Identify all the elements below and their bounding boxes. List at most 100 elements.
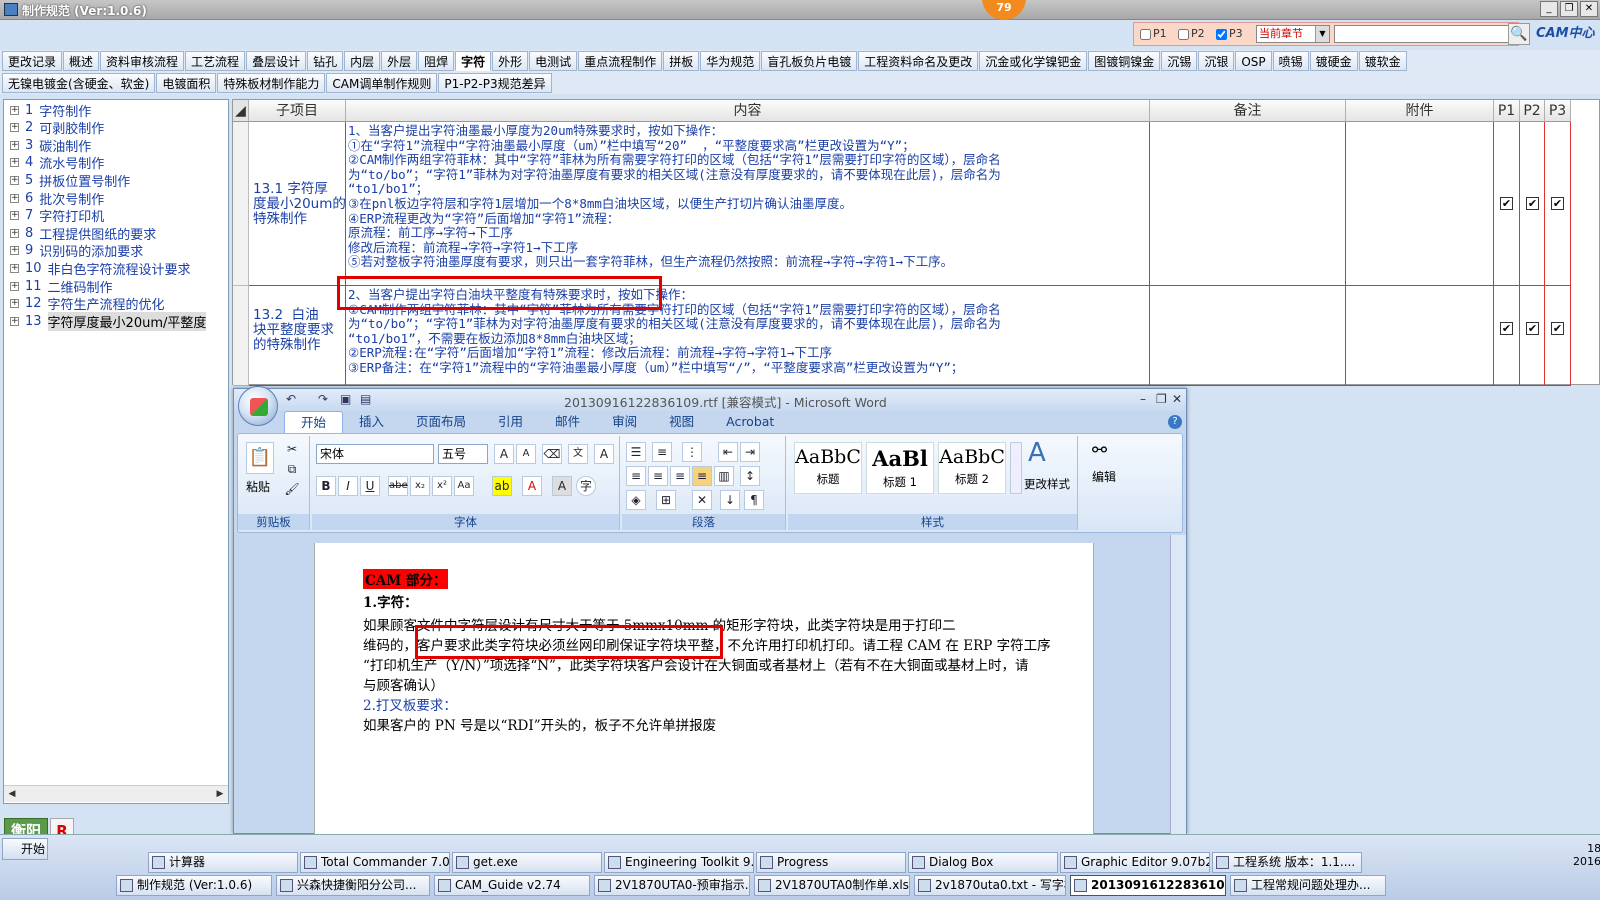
tab-tabs_row1-8[interactable]: 阻焊 bbox=[418, 51, 455, 71]
tab-tabs_row1-1[interactable]: 概述 bbox=[63, 51, 100, 71]
search-icon[interactable]: 🔍 bbox=[1508, 23, 1530, 45]
tab-tabs_row1-18[interactable]: 图镀铜镍金 bbox=[1088, 51, 1161, 71]
increase-indent-icon[interactable]: ⇥ bbox=[740, 442, 760, 462]
minimize-button[interactable]: _ bbox=[1540, 1, 1558, 17]
open-icon[interactable]: ▤ bbox=[360, 392, 371, 406]
align-right-icon[interactable]: ≡ bbox=[670, 466, 690, 486]
document-vertical-scrollbar[interactable] bbox=[1170, 535, 1186, 835]
tree-item[interactable]: +4 流水号制作 bbox=[10, 154, 104, 172]
help-icon[interactable]: ? bbox=[1168, 415, 1182, 429]
tree-item[interactable]: +12 字符生产流程的优化 bbox=[10, 295, 165, 313]
system-clock[interactable]: 18:05 2016/12/12 bbox=[1573, 842, 1600, 868]
chapter-select[interactable]: 当前章节 ▼ bbox=[1256, 25, 1330, 43]
taskbar-item[interactable]: Graphic Editor 9.07b2 (... bbox=[1060, 852, 1210, 873]
enclose-char-icon[interactable]: 字 bbox=[576, 476, 596, 496]
p3-checkbox[interactable]: ✔ bbox=[1551, 322, 1564, 335]
clear-format-icon[interactable]: ⌫ bbox=[542, 444, 562, 464]
word-minimize-button[interactable]: – bbox=[1140, 392, 1146, 406]
highlight-icon[interactable]: ab bbox=[492, 476, 512, 496]
tab-tabs_row1-16[interactable]: 工程资料命名及更改 bbox=[858, 51, 979, 71]
table-cell-p1[interactable]: ✔ bbox=[1494, 286, 1520, 386]
char-border-icon[interactable]: A bbox=[594, 444, 614, 464]
multilevel-list-icon[interactable]: ⋮ bbox=[682, 442, 702, 462]
tab-tabs_row1-24[interactable]: 镀软金 bbox=[1358, 51, 1407, 71]
search-input[interactable] bbox=[1334, 25, 1512, 43]
col-header-p1[interactable]: P1 bbox=[1494, 100, 1520, 122]
tree-item[interactable]: +3 碳油制作 bbox=[10, 136, 91, 155]
paste-button[interactable]: 粘贴 bbox=[246, 478, 270, 495]
p1-filter[interactable]: P1 bbox=[1140, 27, 1167, 40]
tab-tabs_row1-2[interactable]: 资料审核流程 bbox=[100, 51, 185, 71]
tab-tabs_row1-17[interactable]: 沉金或化学镍钯金 bbox=[979, 51, 1088, 71]
col-header-content[interactable]: 内容 bbox=[346, 100, 1150, 122]
tab-tabs_row2-0[interactable]: 无镍电镀金(含硬金、软金) bbox=[2, 73, 156, 93]
ribbon-tab-1[interactable]: 插入 bbox=[343, 411, 400, 433]
borders-icon[interactable]: ⊞ bbox=[656, 490, 676, 510]
expand-icon[interactable]: + bbox=[10, 140, 19, 150]
align-left-icon[interactable]: ≡ bbox=[626, 466, 646, 486]
expand-icon[interactable]: + bbox=[10, 263, 19, 273]
table-cell-note[interactable] bbox=[1150, 122, 1346, 286]
taskbar-item[interactable]: CAM_Guide v2.74 bbox=[434, 875, 590, 896]
tree-item[interactable]: +2 可剥胶制作 bbox=[10, 119, 104, 137]
expand-icon[interactable]: + bbox=[10, 175, 19, 185]
strikethrough-icon[interactable]: abe bbox=[388, 476, 408, 496]
expand-icon[interactable]: + bbox=[10, 299, 19, 309]
underline-icon[interactable]: U bbox=[360, 476, 380, 496]
shading-icon[interactable]: ◈ bbox=[626, 490, 646, 510]
col-header-p2[interactable]: P2 bbox=[1520, 100, 1545, 122]
table-cell-attach[interactable] bbox=[1346, 286, 1494, 386]
tab-tabs_row1-21[interactable]: OSP bbox=[1235, 51, 1272, 71]
tree-item[interactable]: +10 非白色字符流程设计要求 bbox=[10, 259, 191, 278]
taskbar-item[interactable]: 计算器 bbox=[148, 852, 298, 873]
taskbar-item[interactable]: 工程系统 版本：1.1.... bbox=[1212, 852, 1362, 873]
tab-tabs_row1-9[interactable]: 字符 bbox=[455, 51, 492, 71]
taskbar-item[interactable]: Total Commander 7.0 p... bbox=[300, 852, 450, 873]
tab-tabs_row1-7[interactable]: 外层 bbox=[381, 51, 418, 71]
table-cell-p2[interactable]: ✔ bbox=[1520, 286, 1545, 386]
tab-tabs_row2-2[interactable]: 特殊板材制作能力 bbox=[217, 73, 326, 93]
paste-icon[interactable]: 📋 bbox=[246, 442, 274, 474]
tab-tabs_row2-1[interactable]: 电镀面积 bbox=[156, 73, 217, 93]
tab-tabs_row1-0[interactable]: 更改记录 bbox=[2, 51, 63, 71]
font-size-select[interactable]: 五号 bbox=[438, 444, 488, 464]
tree-item[interactable]: +7 字符打印机 bbox=[10, 207, 104, 225]
distribute-icon[interactable]: ▥ bbox=[714, 466, 734, 486]
numbering-icon[interactable]: ≡ bbox=[652, 442, 672, 462]
taskbar-item[interactable]: get.exe bbox=[452, 852, 602, 873]
style-title[interactable]: AaBbC 标题 bbox=[794, 442, 862, 494]
tree-item[interactable]: +8 工程提供图纸的要求 bbox=[10, 224, 156, 243]
p1-checkbox[interactable]: ✔ bbox=[1500, 197, 1513, 210]
scroll-left-icon[interactable]: ◀ bbox=[6, 788, 18, 800]
table-cell-p3[interactable]: ✔ bbox=[1545, 122, 1571, 286]
tab-tabs_row1-6[interactable]: 内层 bbox=[344, 51, 381, 71]
taskbar-item[interactable]: 2V1870UTA0制作单.xls... bbox=[754, 875, 910, 896]
tab-tabs_row1-19[interactable]: 沉锡 bbox=[1161, 51, 1198, 71]
expand-icon[interactable]: + bbox=[10, 228, 19, 238]
ribbon-tab-4[interactable]: 邮件 bbox=[539, 411, 596, 433]
binoculars-icon[interactable]: ⚯ bbox=[1092, 440, 1107, 461]
p2-checkbox[interactable] bbox=[1178, 28, 1189, 40]
taskbar-item[interactable]: 20130916122836109... bbox=[1070, 875, 1226, 896]
align-center-icon[interactable]: ≡ bbox=[648, 466, 668, 486]
tree-item[interactable]: +5 拼板位置号制作 bbox=[10, 171, 130, 190]
tab-tabs_row1-5[interactable]: 钻孔 bbox=[307, 51, 344, 71]
justify-icon[interactable]: ≡ bbox=[692, 466, 712, 486]
tab-tabs_row1-4[interactable]: 叠层设计 bbox=[246, 51, 307, 71]
expand-icon[interactable]: + bbox=[10, 211, 19, 221]
grow-font-icon[interactable]: A bbox=[494, 444, 514, 464]
p3-filter[interactable]: P3 bbox=[1216, 27, 1243, 40]
expand-icon[interactable]: + bbox=[10, 246, 19, 256]
expand-icon[interactable]: + bbox=[10, 316, 19, 326]
office-button[interactable] bbox=[238, 386, 278, 426]
decrease-indent-icon[interactable]: ⇤ bbox=[718, 442, 738, 462]
p2-checkbox[interactable]: ✔ bbox=[1526, 197, 1539, 210]
tab-tabs_row1-12[interactable]: 重点流程制作 bbox=[578, 51, 663, 71]
taskbar-item[interactable]: 工程常规问题处理办... bbox=[1230, 875, 1386, 896]
start-button[interactable]: 开始 bbox=[2, 838, 48, 860]
table-cell-p1[interactable]: ✔ bbox=[1494, 122, 1520, 286]
subscript-icon[interactable]: x₂ bbox=[410, 476, 430, 496]
sort-icon[interactable]: ↓ bbox=[720, 490, 740, 510]
tab-tabs_row2-3[interactable]: CAM调单制作规则 bbox=[326, 73, 438, 93]
save-icon[interactable]: ▣ bbox=[340, 392, 351, 406]
